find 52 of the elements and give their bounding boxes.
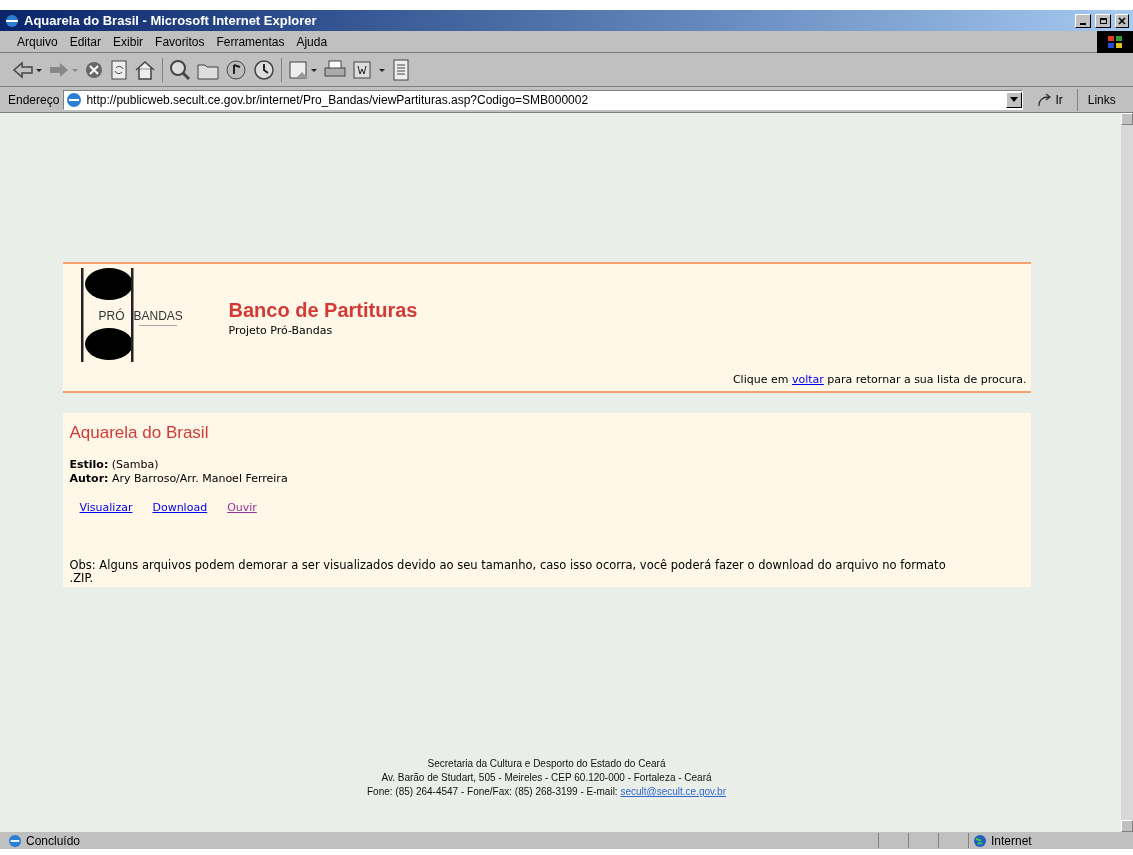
address-label: Endereço	[8, 91, 60, 109]
piece-title: Aquarela do Brasil	[69, 422, 210, 444]
back-icon[interactable]	[12, 59, 42, 80]
email-link[interactable]: secult@secult.ce.gov.br	[620, 786, 726, 797]
window-title: Aquarela do Brasil - Microsoft Internet Explorer	[24, 11, 317, 30]
menu-item[interactable]: Ferramentas	[211, 32, 290, 51]
history-icon[interactable]	[253, 58, 275, 81]
mail-icon[interactable]	[288, 59, 318, 80]
menu-item[interactable]: Arquivo	[12, 32, 63, 51]
footer-text: Av. Barão de Studart, 505 - Meireles - CEP 60.120-000 - Fortaleza - Ceará	[381, 771, 712, 785]
file-link[interactable]: Download	[152, 499, 208, 516]
footer-contact: Fone: (85) 264-4547 - Fone/Fax: (85) 268-3199 - E-mail: secult@secult.ce.gov.br	[366, 785, 726, 799]
search-icon[interactable]	[169, 58, 191, 81]
zone-text: Internet	[991, 832, 1032, 850]
browser-icon	[4, 12, 20, 29]
edit-icon[interactable]	[352, 59, 386, 80]
caret-icon	[1010, 97, 1019, 102]
globe-icon	[973, 833, 987, 848]
page-icon	[8, 833, 22, 848]
page-title: Banco de Partituras	[228, 298, 418, 323]
links-button[interactable]: Links	[1081, 90, 1122, 109]
dropdown-button[interactable]	[1006, 91, 1023, 108]
media-icon[interactable]	[225, 58, 247, 81]
restore-button[interactable]	[1095, 13, 1111, 28]
stop-icon[interactable]	[84, 59, 104, 80]
page-subtitle: Projeto Pró-Bandas	[228, 323, 334, 339]
refresh-icon[interactable]	[110, 59, 128, 80]
close-icon	[1118, 16, 1126, 25]
discuss-icon[interactable]	[392, 58, 410, 81]
page-icon	[66, 91, 83, 108]
address-field[interactable]: http://publicweb.secult.ce.gov.br/internet/Pro_Bandas/viewPartituras.asp?Codigo=SMB000002	[63, 89, 1024, 110]
menu-item[interactable]: Exibir	[108, 32, 149, 51]
menu-item[interactable]: Editar	[64, 32, 107, 51]
menu-item[interactable]: Ajuda	[291, 32, 333, 51]
go-button[interactable]: Ir	[1027, 90, 1073, 109]
footer-text: Secretaria da Cultura e Desporto do Estado do Ceará	[427, 757, 666, 771]
scrollbar[interactable]	[1121, 113, 1133, 832]
minimize-button[interactable]	[1075, 13, 1091, 28]
note-text: Obs: Alguns arquivos podem demorar a ser visualizados devido ao seu tamanho, caso isso ocorra, você poderá fazer o download do arquivo no formato .ZIP.	[69, 559, 947, 585]
back-link[interactable]: voltar	[791, 373, 824, 386]
print-icon[interactable]	[324, 59, 346, 80]
close-button[interactable]	[1115, 13, 1129, 28]
windows-logo-icon	[1097, 30, 1133, 53]
status-text: Concluído	[26, 832, 82, 850]
back-note: Clique em voltar para retornar a sua lista de procura.	[731, 372, 1028, 388]
file-link[interactable]: Visualizar	[79, 499, 133, 516]
home-icon[interactable]	[134, 59, 156, 80]
file-link[interactable]: Ouvir	[227, 499, 257, 516]
menu-item[interactable]: Favoritos	[150, 32, 210, 51]
field-text: Estilo: (Samba)	[69, 457, 160, 472]
field-text: Autor: Ary Barroso/Arr. Manoel Ferreira	[69, 471, 289, 486]
pro-bandas-logo: PRÓ BANDAS	[78, 266, 189, 364]
